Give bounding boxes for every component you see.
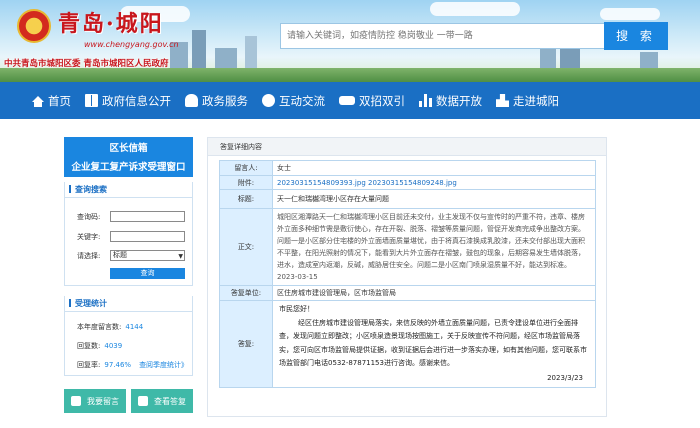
view-reply-label: 查看答复 [154, 396, 186, 406]
title-label: 标题: [219, 189, 273, 209]
reply-detail-table: 留言人: 女士 附件: 20230315154809393.jpg 202303… [219, 160, 596, 388]
nav-item-label: 数据开放 [436, 93, 482, 108]
table-row: 附件: 20230315154809393.jpg 20230315154809… [219, 175, 596, 190]
reply-content: 市民您好！ 经区住房城市建设管理局落实，来信反映的外墙立面质量问题，已责令建设单… [272, 300, 596, 388]
nav-item-interaction[interactable]: 互动交流 [262, 82, 325, 119]
table-row: 答复单位: 区住房城市建设管理局，区市场监管局 [219, 285, 596, 301]
rate-label: 回复率: [77, 361, 101, 369]
reply-label: 答复: [219, 300, 273, 388]
nav-item-open-data[interactable]: 数据开放 [419, 82, 482, 119]
search-field-select[interactable]: 标题 ▼ [110, 250, 185, 261]
query-code-input[interactable] [110, 211, 185, 222]
panel-title: 受理统计 [65, 296, 192, 312]
keyword-label: 关键字: [77, 233, 101, 241]
header-banner: 青岛·城阳 www.chengyang.gov.cn 中共青岛市城阳区委 青岛市… [0, 0, 700, 82]
received-stat: 本年度留言数: 4144 [77, 322, 143, 332]
nav-item-label: 走进城阳 [513, 93, 559, 108]
panel-title: 查询搜索 [65, 182, 192, 198]
search-button[interactable]: 搜 索 [604, 22, 668, 50]
table-row: 标题: 天一仁和瑞樾湾理小区存在大量问题 [219, 189, 596, 209]
reply-dept: 区住房城市建设管理局，区市场监管局 [272, 285, 596, 301]
nav-item-gov-service[interactable]: 政务服务 [185, 82, 248, 119]
bar-chart-icon [419, 94, 432, 107]
message-title: 天一仁和瑞樾湾理小区存在大量问题 [272, 189, 596, 209]
nav-item-investment[interactable]: 双招双引 [339, 82, 405, 119]
chevron-down-icon: ▼ [178, 253, 183, 260]
site-url: www.chengyang.gov.cn [84, 40, 179, 49]
nav-item-label: 首页 [48, 93, 71, 108]
stats-panel: 受理统计 本年度留言数: 4144 回复数: 4039 回复率: 97.46% 查阅季度… [64, 296, 193, 376]
author-label: 留言人: [219, 160, 273, 176]
replied-value: 4039 [104, 342, 123, 350]
leave-message-label: 我要留言 [87, 396, 119, 406]
reply-detail-panel: 答复详细内容 留言人: 女士 附件: 20230315154809393.jpg… [207, 137, 607, 417]
dept-label: 答复单位: [219, 285, 273, 301]
replied-label: 回复数: [77, 342, 101, 350]
nav-item-label: 政务服务 [202, 93, 248, 108]
query-button[interactable]: 查询 [110, 268, 185, 279]
leave-message-button[interactable]: 我要留言 [64, 389, 126, 413]
message-body: 城阳区湘潭路天一仁和瑞樾湾理小区目前还未交付，业主发现不仅与宣传时的严重不符，违… [272, 208, 596, 286]
rate-value: 97.46% [104, 361, 132, 369]
search-panel: 查询搜索 查询码: 关键字: 请选择: 标题 ▼ 查询 [64, 182, 193, 286]
nav-item-gov-info[interactable]: 政府信息公开 [85, 82, 171, 119]
book-icon [85, 94, 98, 107]
mailbox-subtitle: 企业复工复产诉求受理窗口 [71, 162, 186, 173]
site-title[interactable]: 青岛·城阳 [58, 6, 164, 38]
query-code-label: 查询码: [77, 213, 101, 221]
view-reply-button[interactable]: 查看答复 [131, 389, 193, 413]
chat-icon [262, 94, 275, 107]
city-icon [496, 94, 509, 107]
home-icon [32, 95, 44, 107]
replied-stat: 回复数: 4039 [77, 341, 122, 351]
nav-item-label: 双招双引 [359, 93, 405, 108]
quarter-stats-link[interactable]: 查阅季度统计》 [139, 361, 188, 369]
hand-icon [185, 94, 198, 107]
select-label: 请选择: [77, 252, 101, 260]
main-nav: 首页 政府信息公开 政务服务 互动交流 双招双引 数据开放 走进城阳 [0, 82, 700, 119]
table-row: 正文: 城阳区湘潭路天一仁和瑞樾湾理小区目前还未交付，业主发现不仅与宣传时的严重… [219, 208, 596, 286]
mailbox-title: 区长信箱 [109, 143, 148, 154]
search-input[interactable] [281, 24, 605, 48]
document-icon [138, 396, 148, 406]
table-row: 答复: 市民您好！ 经区住房城市建设管理局落实，来信反映的外墙立面质量问题，已责… [219, 300, 596, 388]
body-label: 正文: [219, 208, 273, 286]
reply-body: 经区住房城市建设管理局落实，来信反映的外墙立面质量问题，已责令建设单位进行全面排… [279, 318, 587, 368]
received-label: 本年度留言数: [77, 323, 122, 331]
received-value: 4144 [125, 323, 144, 331]
attachment-label: 附件: [219, 175, 273, 190]
cloud-decoration [600, 8, 660, 20]
edit-icon [71, 396, 81, 406]
nav-item-about-city[interactable]: 走进城阳 [496, 82, 559, 119]
reply-greeting: 市民您好！ [279, 305, 314, 313]
nav-item-label: 政府信息公开 [102, 93, 171, 108]
site-subtitle: 中共青岛市城阳区委 青岛市城阳区人民政府 [4, 59, 169, 69]
handshake-icon [339, 96, 355, 105]
author-value: 女士 [272, 160, 596, 176]
reply-date: 2023/3/23 [547, 373, 583, 382]
attachment-list: 20230315154809393.jpg 20230315154809248.… [272, 175, 596, 190]
table-row: 留言人: 女士 [219, 160, 596, 176]
attachment-link[interactable]: 20230315154809393.jpg [277, 179, 366, 187]
tab-reply-detail[interactable]: 答复详细内容 [208, 138, 606, 156]
cloud-decoration [430, 2, 520, 16]
national-emblem-icon [17, 9, 51, 43]
select-value: 标题 [113, 251, 127, 259]
attachment-link[interactable]: 20230315154809248.jpg [368, 179, 457, 187]
keyword-input[interactable] [110, 231, 185, 242]
nav-item-home[interactable]: 首页 [32, 82, 71, 119]
rate-stat: 回复率: 97.46% 查阅季度统计》 [77, 360, 188, 370]
mailbox-header: 区长信箱 企业复工复产诉求受理窗口 [64, 137, 193, 177]
tree-line-decoration [0, 68, 700, 82]
nav-item-label: 互动交流 [279, 93, 325, 108]
search-box [280, 23, 606, 49]
